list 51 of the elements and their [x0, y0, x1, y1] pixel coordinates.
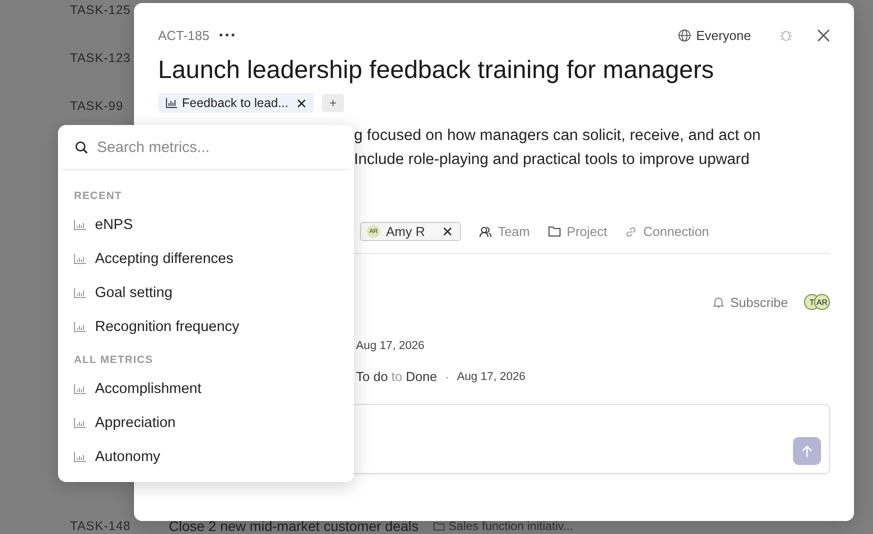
task-key: ACT-185: [158, 28, 210, 42]
add-icon[interactable]: [322, 94, 344, 112]
bell-icon: [713, 296, 724, 308]
chart-icon: [74, 418, 86, 428]
description-text: g focused on how managers can solicit, receive, and act on: [354, 127, 762, 145]
task-id: TASK-99: [70, 99, 124, 113]
task-id: TASK-123: [70, 51, 131, 65]
link-field[interactable]: Connection: [625, 224, 710, 239]
metric-item[interactable]: Appreciation: [74, 406, 350, 440]
subscribe-button[interactable]: Subscribe: [713, 294, 788, 310]
team-field[interactable]: Team: [479, 224, 530, 239]
metric-tag[interactable]: Feedback to lead...: [158, 93, 314, 113]
globe-icon: [678, 28, 692, 42]
chart-icon: [74, 288, 86, 298]
folder-icon: [548, 226, 561, 237]
metric-item[interactable]: Goal setting: [74, 276, 350, 310]
chart-icon: [74, 384, 86, 394]
task-id: TASK-125: [70, 3, 131, 17]
folder-icon: [432, 520, 445, 532]
remove-icon[interactable]: [443, 227, 452, 236]
activity-date: Aug 17, 2026: [356, 340, 424, 352]
subscriber-avatar: AR: [814, 294, 830, 310]
search-icon: [75, 140, 88, 154]
metric-item[interactable]: eNPS: [74, 208, 350, 242]
visibility-button[interactable]: Everyone: [678, 28, 751, 42]
more-icon[interactable]: [219, 33, 236, 37]
remove-icon[interactable]: [297, 98, 306, 108]
people-icon: [479, 226, 492, 238]
task-id: TASK-148: [70, 519, 131, 533]
link-icon: [625, 226, 638, 238]
description-text: Include role-playing and practical tools to improve upward: [354, 151, 750, 169]
activity-date: Aug 17, 2026: [456, 370, 526, 382]
separator-dot: ·: [444, 370, 449, 384]
chart-icon: [74, 452, 86, 462]
project-field[interactable]: Project: [548, 224, 608, 239]
chart-icon: [74, 254, 86, 264]
chart-icon: [166, 98, 177, 108]
metric-item[interactable]: Accepting differences: [74, 242, 350, 276]
initiative-label: Sales function initiativ...: [448, 519, 574, 533]
chart-icon: [74, 322, 86, 332]
status-change-text: To do to Done: [356, 369, 437, 384]
section-heading: ALL METRICS: [74, 354, 154, 366]
chart-icon: [74, 220, 86, 230]
close-icon[interactable]: [817, 28, 830, 42]
metric-item[interactable]: Accomplishment: [74, 372, 350, 406]
arrow-up-icon: [801, 444, 813, 458]
task-title: Launch leadership feedback training for managers: [158, 56, 715, 85]
metric-item[interactable]: Autonomy: [74, 440, 350, 474]
metric-item[interactable]: Recognition frequency: [74, 310, 350, 344]
section-heading: RECENT: [74, 190, 123, 202]
task-title: Close 2 new mid-market customer deals: [168, 518, 419, 534]
